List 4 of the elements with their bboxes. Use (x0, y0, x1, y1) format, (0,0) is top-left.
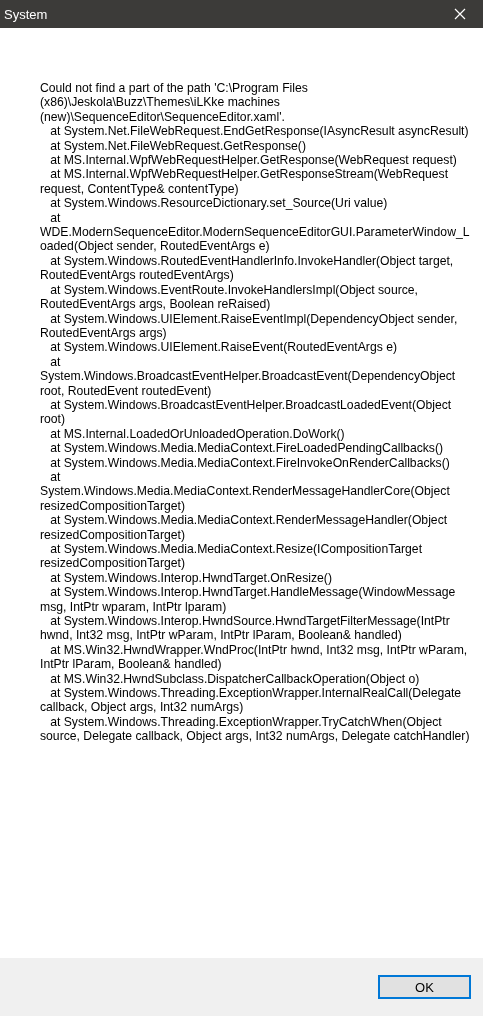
close-icon (454, 8, 466, 20)
error-message: Could not find a part of the path 'C:\Program Files (x86)\Jeskola\Buzz\Themes\iLKke machines (new)\SequenceEditor\SequenceEditor.xaml'. at System.Net.FileWebRequest.EndGetResponse(IAsyncResult asyncResult) at System.Net.FileWebRequest.GetResponse() at MS.Internal.WpfWebRequestHelper.GetResponse(WebRequest request) at MS.Internal.WpfWebRequestHelper.GetResponseStream(WebRequest request, ContentType& contentType) at System.Windows.ResourceDictionary.set_Source(Uri value) at WDE.ModernSequenceEditor.ModernSequenceEditorGUI.ParameterWindow_Loaded(Object sender, RoutedEventArgs e) at System.Windows.RoutedEventHandlerInfo.InvokeHandler(Object target, RoutedEventArgs routedEventArgs) at System.Windows.EventRoute.InvokeHandlersImpl(Object source, RoutedEventArgs args, Boolean reRaised) at System.Windows.UIElement.RaiseEventImpl(DependencyObject sender, RoutedEventArgs args) at System.Windows.UIElement.RaiseEvent(RoutedEventArgs e) at System.Windows.BroadcastEventHelper.BroadcastEvent(DependencyObject root, RoutedEvent routedEvent) at System.Windows.BroadcastEventHelper.BroadcastLoadedEvent(Object root) at MS.Internal.LoadedOrUnloadedOperation.DoWork() at System.Windows.Media.MediaContext.FireLoadedPendingCallbacks() at System.Windows.Media.MediaContext.FireInvokeOnRenderCallbacks() at System.Windows.Media.MediaContext.RenderMessageHandlerCore(Object resizedCompositionTarget) at System.Windows.Media.MediaContext.RenderMessageHandler(Object resizedCompositionTarget) at System.Windows.Media.MediaContext.Resize(ICompositionTarget resizedCompositionTarget) at System.Windows.Interop.HwndTarget.OnResize() at System.Windows.Interop.HwndTarget.HandleMessage(WindowMessage msg, IntPtr wparam, IntPtr lparam) at System.Windows.Interop.HwndSource.HwndTargetFilterMessage(IntPtr hwnd, Int32 msg, IntPtr wParam, IntPtr lParam, Boolean& handled) at MS.Win32.HwndWrapper.WndProc(IntPtr hwnd, Int32 msg, IntPtr wParam, IntPtr lParam, Boolean& handled) at MS.Win32.HwndSubclass.DispatcherCallbackOperation(Object o) at System.Windows.Threading.ExceptionWrapper.InternalRealCall(Delegate callback, Object args, Int32 numArgs) at System.Windows.Threading.ExceptionWrapper.TryCatchWhen(Object source, Delegate callback, Object args, Int32 numArgs, Delegate catchHandler) (40, 81, 471, 744)
window-title: System (4, 6, 48, 22)
ok-button[interactable]: OK (378, 975, 471, 999)
